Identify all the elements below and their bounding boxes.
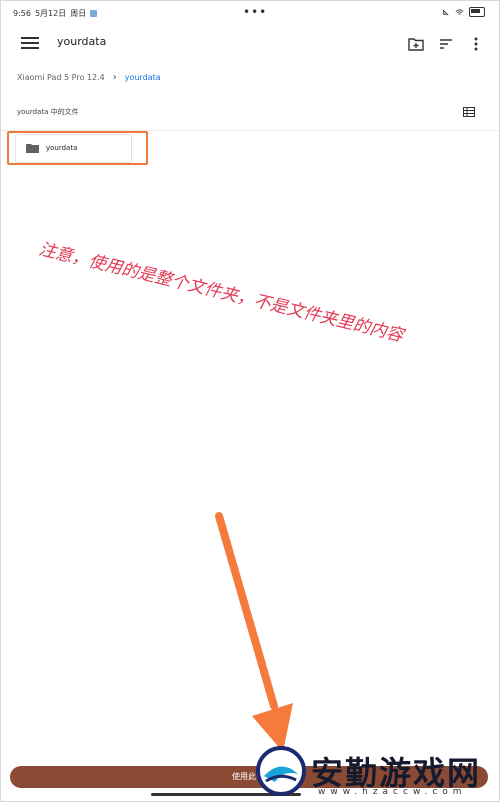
status-time: 9:56 [13,9,31,18]
status-dots: ••• [243,5,268,19]
folder-label: yourdata [46,144,78,152]
wifi-icon [455,8,464,15]
status-right [441,7,485,17]
app-window: 9:56 5月12日 周日 ••• yourdata Xiaomi Pad 5 … [0,0,500,802]
menu-icon[interactable] [21,37,39,51]
status-left: 9:56 5月12日 周日 [13,8,98,19]
notification-icon [90,10,98,17]
toolbar: yourdata [1,27,499,61]
watermark-url: www.hzaccw.com [318,787,467,797]
more-options-icon[interactable] [467,35,485,53]
use-folder-label: 使用此 [232,772,256,781]
status-date: 5月12日 [34,9,67,18]
mute-icon [442,8,449,16]
breadcrumb-current[interactable]: yourdata [125,73,161,82]
breadcrumb-device[interactable]: Xiaomi Pad 5 Pro 12.4 [17,73,105,82]
folder-item-yourdata[interactable]: yourdata [15,134,132,163]
breadcrumb: Xiaomi Pad 5 Pro 12.4 › yourdata [17,72,161,83]
status-bar: 9:56 5月12日 周日 ••• [1,1,499,27]
page-title: yourdata [57,35,107,48]
divider [1,130,499,131]
battery-icon [469,7,485,17]
new-folder-icon[interactable] [407,35,425,53]
list-view-icon[interactable] [463,107,475,117]
sort-icon[interactable] [437,35,455,53]
folder-icon [26,144,39,153]
status-weekday: 周日 [70,9,87,18]
chevron-right-icon: › [112,72,117,83]
section-header: yourdata 中的文件 [17,108,79,116]
watermark-logo-icon [256,746,306,796]
